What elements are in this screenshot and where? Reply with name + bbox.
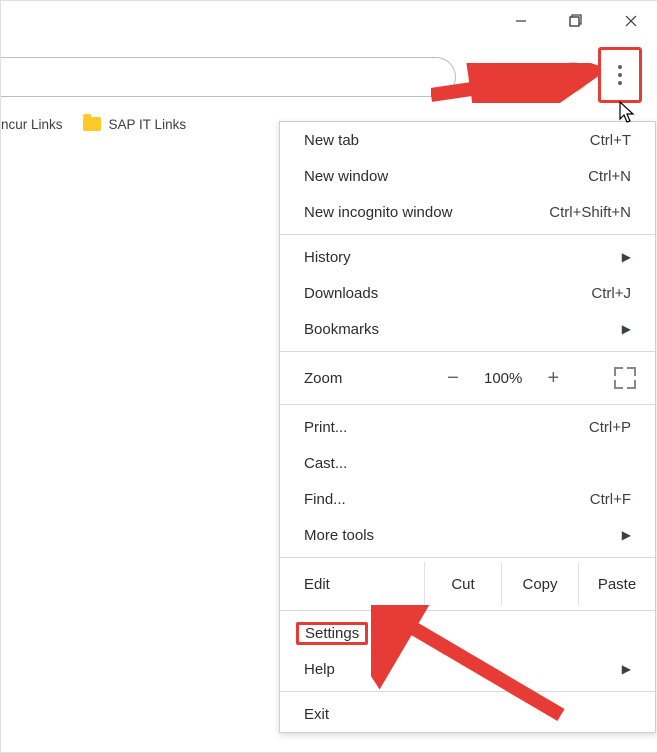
maximize-button[interactable]: [548, 1, 603, 41]
menu-shortcut: Ctrl+J: [591, 285, 631, 302]
menu-item-find[interactable]: Find... Ctrl+F: [280, 481, 655, 517]
paste-button[interactable]: Paste: [578, 562, 655, 606]
menu-label: New tab: [304, 132, 590, 149]
omnibox[interactable]: [1, 57, 456, 97]
menu-label: History: [304, 249, 614, 266]
title-bar: [493, 1, 657, 41]
menu-label: Settings: [305, 625, 359, 642]
menu-label: Bookmarks: [304, 321, 614, 338]
menu-item-zoom: Zoom − 100% +: [280, 356, 655, 400]
menu-label: New window: [304, 168, 588, 185]
menu-item-history[interactable]: History ▶: [280, 239, 655, 275]
menu-label: Edit: [280, 576, 424, 593]
menu-shortcut: Ctrl+F: [590, 491, 631, 508]
chevron-right-icon: ▶: [622, 322, 631, 336]
menu-item-help[interactable]: Help ▶: [280, 651, 655, 687]
folder-icon: [83, 117, 101, 131]
menu-label: Cast...: [304, 455, 631, 472]
menu-shortcut: Ctrl+N: [588, 168, 631, 185]
url-bar: G off: [1, 57, 657, 97]
extension-icon[interactable]: G: [507, 66, 529, 88]
menu-item-edit-row: Edit Cut Copy Paste: [280, 562, 655, 606]
menu-label: New incognito window: [304, 204, 549, 221]
menu-separator: [280, 557, 655, 558]
menu-label: Downloads: [304, 285, 591, 302]
bookmark-folder[interactable]: ncur Links: [1, 117, 63, 132]
zoom-out-button[interactable]: −: [444, 368, 462, 388]
menu-shortcut: Ctrl+Shift+N: [549, 204, 631, 221]
menu-label: Find...: [304, 491, 590, 508]
zoom-in-button[interactable]: +: [544, 368, 562, 388]
bookmark-folder[interactable]: SAP IT Links: [83, 117, 187, 132]
chevron-right-icon: ▶: [622, 528, 631, 542]
menu-label: Zoom: [280, 370, 444, 387]
bookmark-label: ncur Links: [1, 117, 63, 132]
browser-window: G off ncur Links SAP IT Links New tab Ct…: [0, 0, 657, 753]
chevron-right-icon: ▶: [622, 250, 631, 264]
close-button[interactable]: [603, 1, 657, 41]
zoom-value: 100%: [484, 370, 522, 387]
menu-label: Help: [304, 661, 614, 678]
menu-item-print[interactable]: Print... Ctrl+P: [280, 409, 655, 445]
highlight-annotation: Settings: [296, 622, 368, 645]
menu-label: Print...: [304, 419, 589, 436]
chevron-right-icon: ▶: [622, 662, 631, 676]
menu-separator: [280, 404, 655, 405]
menu-label: More tools: [304, 527, 614, 544]
menu-item-new-tab[interactable]: New tab Ctrl+T: [280, 122, 655, 158]
menu-item-new-window[interactable]: New window Ctrl+N: [280, 158, 655, 194]
menu-item-settings[interactable]: Settings: [280, 615, 655, 651]
menu-label: Exit: [304, 706, 631, 723]
fullscreen-button[interactable]: [614, 367, 636, 389]
bookmark-label: SAP IT Links: [109, 117, 187, 132]
cut-button[interactable]: Cut: [424, 562, 501, 606]
menu-item-downloads[interactable]: Downloads Ctrl+J: [280, 275, 655, 311]
menu-separator: [280, 610, 655, 611]
menu-item-bookmarks[interactable]: Bookmarks ▶: [280, 311, 655, 347]
off-badge: off: [527, 81, 546, 94]
profile-avatar[interactable]: [560, 64, 586, 90]
copy-button[interactable]: Copy: [501, 562, 578, 606]
menu-item-incognito[interactable]: New incognito window Ctrl+Shift+N: [280, 194, 655, 230]
bookmark-star-icon[interactable]: [469, 66, 491, 88]
menu-item-cast[interactable]: Cast...: [280, 445, 655, 481]
minimize-button[interactable]: [493, 1, 548, 41]
menu-separator: [280, 691, 655, 692]
menu-separator: [280, 351, 655, 352]
more-menu-button[interactable]: [598, 47, 642, 103]
menu-shortcut: Ctrl+P: [589, 419, 631, 436]
menu-item-exit[interactable]: Exit: [280, 696, 655, 732]
chrome-main-menu: New tab Ctrl+T New window Ctrl+N New inc…: [279, 121, 656, 733]
menu-item-more-tools[interactable]: More tools ▶: [280, 517, 655, 553]
menu-separator: [280, 234, 655, 235]
menu-shortcut: Ctrl+T: [590, 132, 631, 149]
